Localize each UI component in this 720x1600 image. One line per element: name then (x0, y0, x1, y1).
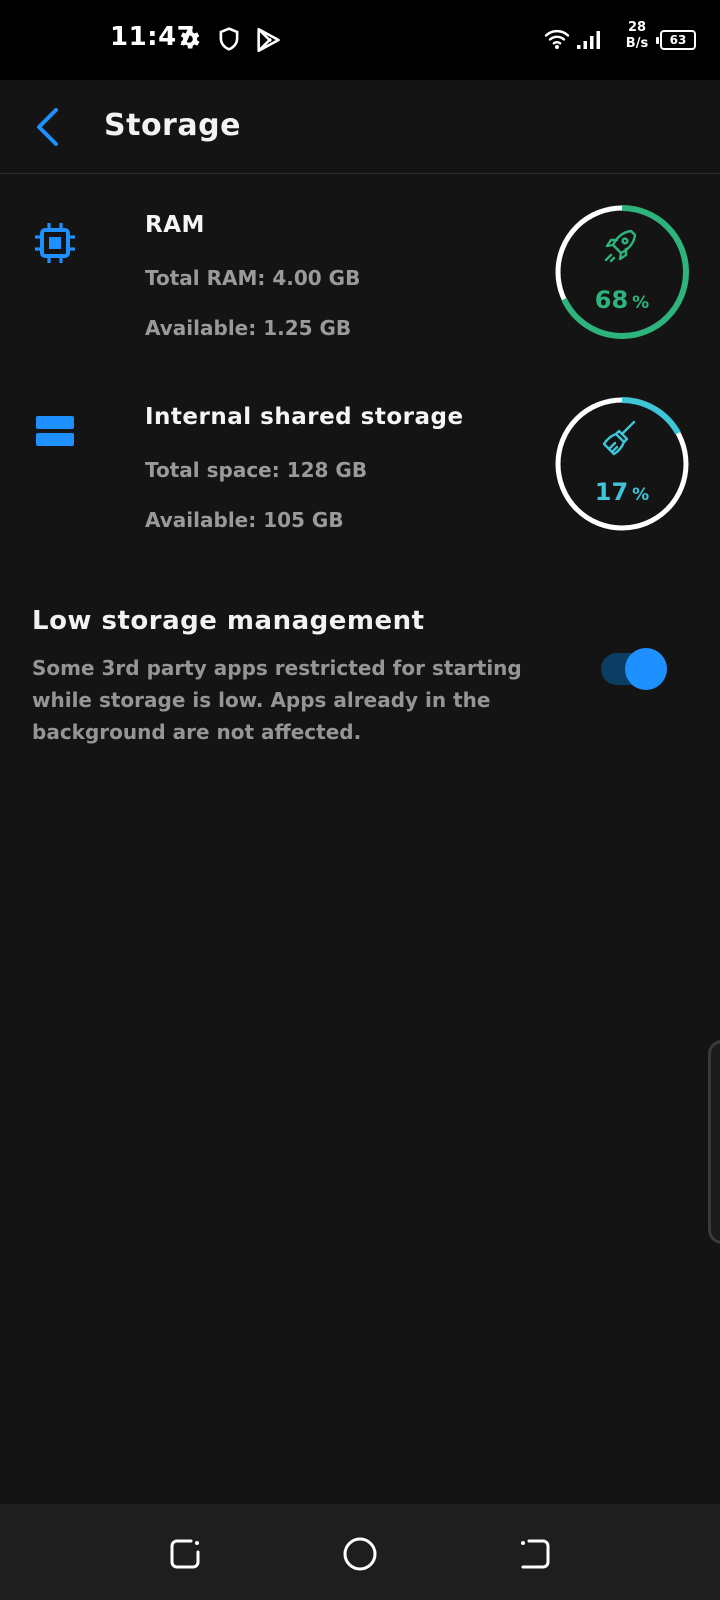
signal-icon (576, 30, 602, 54)
shield-icon (216, 26, 242, 56)
play-store-icon (254, 26, 282, 58)
ram-usage-gauge: 68% (554, 204, 690, 340)
ram-available: Available: 1.25 GB (145, 316, 352, 340)
storage-available: Available: 105 GB (145, 508, 344, 532)
internal-storage-row[interactable]: Internal shared storage Total space: 128… (0, 392, 720, 542)
edge-panel-handle[interactable] (708, 1040, 720, 1244)
ram-row[interactable]: RAM Total RAM: 4.00 GB Available: 1.25 G… (0, 200, 720, 350)
cpu-chip-icon (34, 222, 76, 268)
chevron-left-icon (37, 108, 58, 146)
ram-percent: 68% (594, 286, 650, 314)
ram-total: Total RAM: 4.00 GB (145, 266, 361, 290)
battery-icon: 63 (656, 30, 696, 50)
low-storage-title: Low storage management (32, 606, 425, 636)
storage-total: Total space: 128 GB (145, 458, 368, 482)
storage-drive-icon (36, 414, 74, 452)
network-speed: 28 B/s (625, 20, 649, 51)
toggle-knob (625, 648, 667, 690)
low-storage-toggle[interactable] (601, 648, 667, 690)
rocket-icon (600, 226, 640, 270)
ram-title: RAM (145, 212, 205, 238)
home-icon (343, 1537, 377, 1571)
low-storage-description: Some 3rd party apps restricted for start… (32, 656, 522, 744)
wifi-icon (544, 28, 570, 54)
recent-apps-icon (170, 1539, 200, 1569)
navigation-bar (0, 1504, 720, 1600)
home-button[interactable] (340, 1534, 380, 1574)
gear-icon (176, 26, 202, 56)
page-title: Storage (104, 108, 241, 143)
back-button[interactable] (28, 104, 68, 150)
status-bar: 11:47 28 B/s 63 (0, 0, 720, 80)
back-nav-button[interactable] (515, 1534, 555, 1574)
app-bar: Storage (0, 80, 720, 174)
storage-usage-gauge: 17% (554, 396, 690, 532)
storage-title: Internal shared storage (145, 404, 464, 430)
broom-icon (600, 418, 640, 462)
recent-apps-button[interactable] (165, 1534, 205, 1574)
back-nav-icon (521, 1539, 550, 1569)
storage-percent: 17% (594, 478, 650, 506)
